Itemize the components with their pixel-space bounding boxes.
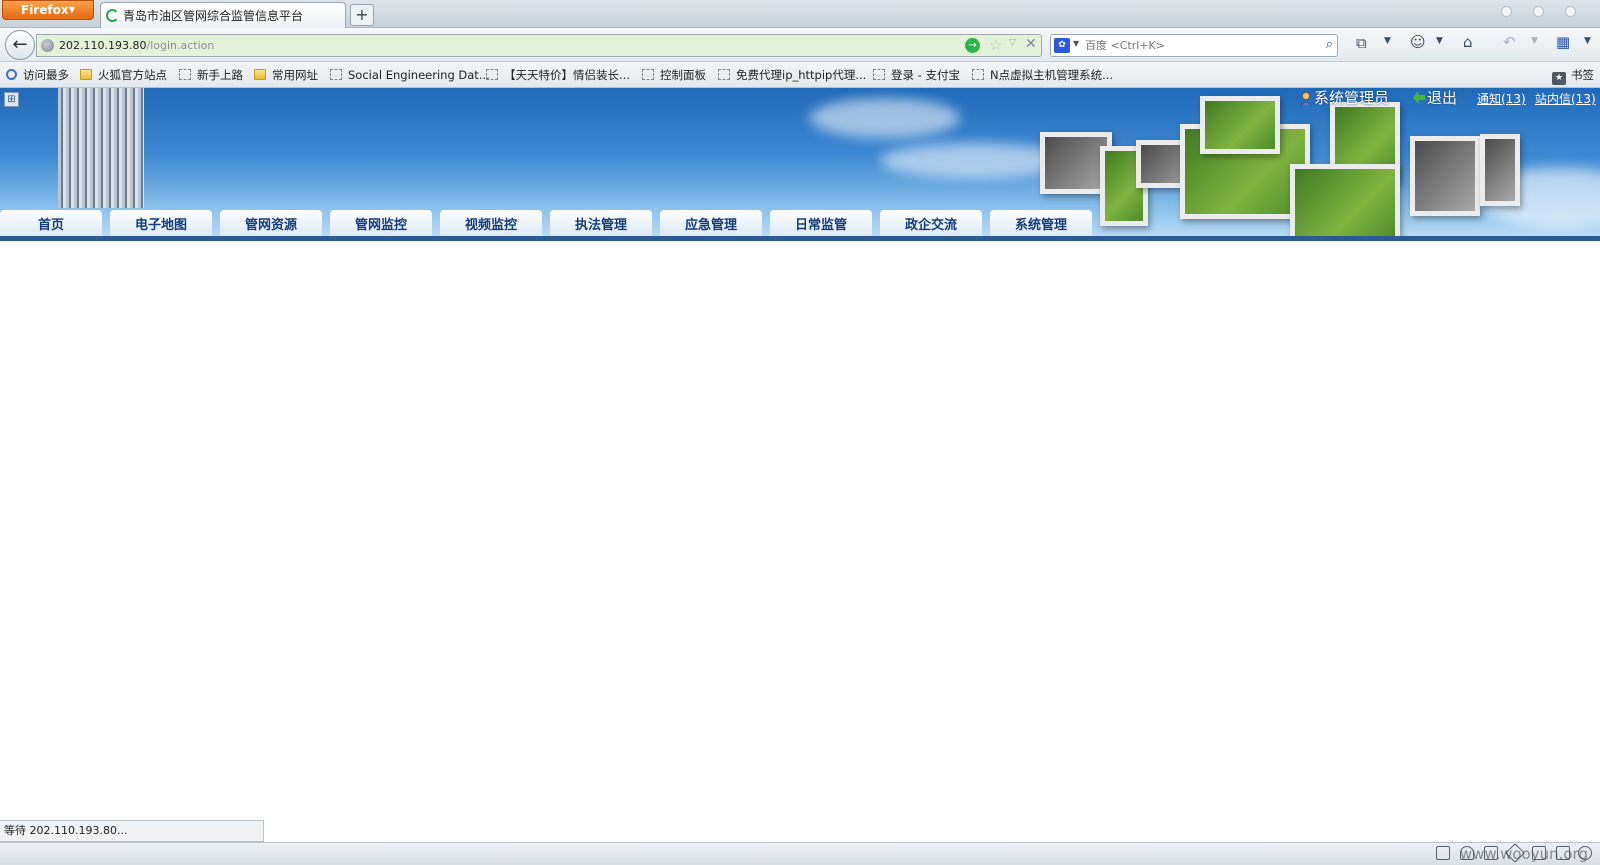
undo-icon[interactable]: ↶ (1503, 33, 1516, 51)
url-text[interactable]: 202.110.193.80/login.action (59, 35, 214, 56)
chevron-down-icon[interactable]: ▼ (1384, 36, 1391, 46)
menu-tab-monitoring[interactable]: 管网监控 (330, 210, 432, 236)
status-text: 等待 202.110.193.80... (0, 820, 264, 842)
banner-blocks-image (1040, 94, 1530, 241)
screenshot-icon[interactable]: ⧉ (1356, 34, 1367, 52)
menu-tab-map[interactable]: 电子地图 (110, 210, 212, 236)
bookmark-item[interactable]: 新手上路 (179, 62, 243, 88)
chevron-down-icon[interactable]: ▼ (1436, 36, 1443, 46)
page-icon (179, 69, 191, 80)
bookmark-item[interactable]: 免费代理ip_httpip代理... (718, 62, 866, 88)
site-identity-icon[interactable] (41, 39, 54, 52)
close-window-button[interactable] (1565, 6, 1576, 17)
browser-tab[interactable]: 青岛市油区管网综合监管信息平台 (100, 2, 346, 28)
maximize-button[interactable] (1533, 6, 1544, 17)
firefox-menu-label: Firefox (21, 3, 69, 17)
bookmark-item[interactable]: 控制面板 (642, 62, 706, 88)
loading-spinner-icon (106, 9, 119, 22)
menu-tab-resources[interactable]: 管网资源 (220, 210, 322, 236)
magnifier-icon (6, 69, 17, 80)
stop-icon[interactable]: ✕ (1025, 36, 1037, 52)
back-button[interactable]: ← (5, 30, 35, 60)
message-link[interactable]: 站内信(13) (1535, 90, 1596, 108)
home-icon[interactable]: ⌂ (1463, 33, 1473, 51)
bookmark-label: 访问最多 (23, 68, 69, 82)
bookmark-item[interactable]: 常用网址 (254, 62, 318, 88)
banner-tower-image (58, 88, 144, 208)
window-icon[interactable] (1436, 846, 1450, 860)
search-magnifier-icon[interactable]: ⌕ (1326, 37, 1333, 52)
menu-tab-video[interactable]: 视频监控 (440, 210, 542, 236)
bookmark-item[interactable]: 火狐官方站点 (80, 62, 167, 88)
search-bar: ✿ ▼ ⌕ (1050, 34, 1338, 57)
bookmark-item[interactable]: 【天天特价】情侣装长... (486, 62, 630, 88)
bookmark-label: 新手上路 (197, 68, 243, 82)
apps-grid-icon[interactable]: ▦ (1556, 33, 1570, 51)
baidu-engine-icon[interactable]: ✿ (1054, 38, 1070, 53)
menu-tab-daily[interactable]: 日常监管 (770, 210, 872, 236)
bookmark-label: 控制面板 (660, 68, 706, 82)
bookmark-label: 常用网址 (272, 68, 318, 82)
banner-cloud (810, 98, 960, 138)
url-bar[interactable]: 202.110.193.80/login.action → ☆ ▽ ✕ (36, 34, 1042, 57)
bookmarks-toolbar: 访问最多 火狐官方站点 新手上路 常用网址 Social Engineering… (0, 62, 1600, 88)
navigation-toolbar: ← 202.110.193.80/login.action → ☆ ▽ ✕ ✿ … (0, 28, 1600, 62)
page-icon (330, 69, 342, 80)
bookmark-label: 火狐官方站点 (98, 68, 167, 82)
menu-tab-system[interactable]: 系统管理 (990, 210, 1092, 236)
menu-tab-enforcement[interactable]: 执法管理 (550, 210, 652, 236)
page-icon (873, 69, 885, 80)
folder-icon (254, 69, 266, 80)
addon-bar: www.wooyun.org (0, 842, 1600, 865)
bookmarks-star-icon: ★ (1552, 72, 1566, 85)
bookmark-star-icon[interactable]: ☆ (989, 36, 1002, 54)
bookmark-item[interactable]: 访问最多 (6, 62, 69, 88)
page-icon (718, 69, 730, 80)
page-icon (972, 69, 984, 80)
chevron-down-icon[interactable]: ▼ (1531, 36, 1538, 46)
notice-link[interactable]: 通知(13) (1477, 90, 1526, 108)
page-icon (486, 69, 498, 80)
watermark: www.wooyun.org (1459, 845, 1588, 863)
bookmark-label: Social Engineering Dat... (348, 68, 490, 82)
menu-tab-emergency[interactable]: 应急管理 (660, 210, 762, 236)
bookmark-item[interactable]: 登录 - 支付宝 (873, 62, 960, 88)
url-host: 202.110.193.80 (59, 39, 147, 52)
chevron-down-icon[interactable]: ▼ (1584, 36, 1591, 46)
menu-underline (0, 236, 1600, 241)
chevron-down-icon: ▼ (68, 5, 75, 14)
firefox-menu-button[interactable]: Firefox ▼ (2, 0, 94, 20)
bookmark-label: 【天天特价】情侣装长... (504, 68, 630, 82)
tab-title: 青岛市油区管网综合监管信息平台 (123, 9, 304, 23)
admin-username: 系统管理员 (1314, 89, 1390, 107)
search-input[interactable] (1085, 37, 1315, 54)
logout-link[interactable]: 退出 (1427, 88, 1457, 108)
bookmark-item[interactable]: N点虚拟主机管理系统... (972, 62, 1113, 88)
bookmarks-menu-button[interactable]: ★ 书签 (1552, 62, 1594, 88)
back-arrow-icon: ← (12, 34, 28, 55)
minimize-button[interactable] (1501, 6, 1512, 17)
addon-smiley-icon[interactable]: ☺ (1410, 33, 1426, 51)
url-history-dropdown-icon[interactable]: ▽ (1009, 38, 1016, 48)
bookmarks-menu-label: 书签 (1571, 68, 1594, 82)
engine-dropdown-icon[interactable]: ▼ (1073, 39, 1079, 48)
bookmark-label: 免费代理ip_httpip代理... (736, 68, 867, 82)
url-path: /login.action (146, 39, 215, 52)
user-icon (1300, 92, 1312, 106)
bookmark-item[interactable]: Social Engineering Dat... (330, 62, 490, 88)
browser-titlebar: Firefox ▼ 青岛市油区管网综合监管信息平台 + (0, 0, 1600, 28)
bookmark-label: 登录 - 支付宝 (891, 68, 960, 82)
folder-icon (80, 69, 92, 80)
menu-tab-exchange[interactable]: 政企交流 (880, 210, 982, 236)
new-tab-button[interactable]: + (350, 4, 374, 26)
bookmark-label: N点虚拟主机管理系统... (990, 68, 1114, 82)
page-icon (642, 69, 654, 80)
go-arrow-icon[interactable]: → (965, 38, 980, 53)
menu-tab-home[interactable]: 首页 (0, 210, 102, 236)
page-banner: ⊞ 系统管理员 退出 通知(13) 站内信(13) 首页 电子地图 管网资源 管… (0, 88, 1600, 241)
banner-collapse-icon[interactable]: ⊞ (4, 92, 19, 107)
